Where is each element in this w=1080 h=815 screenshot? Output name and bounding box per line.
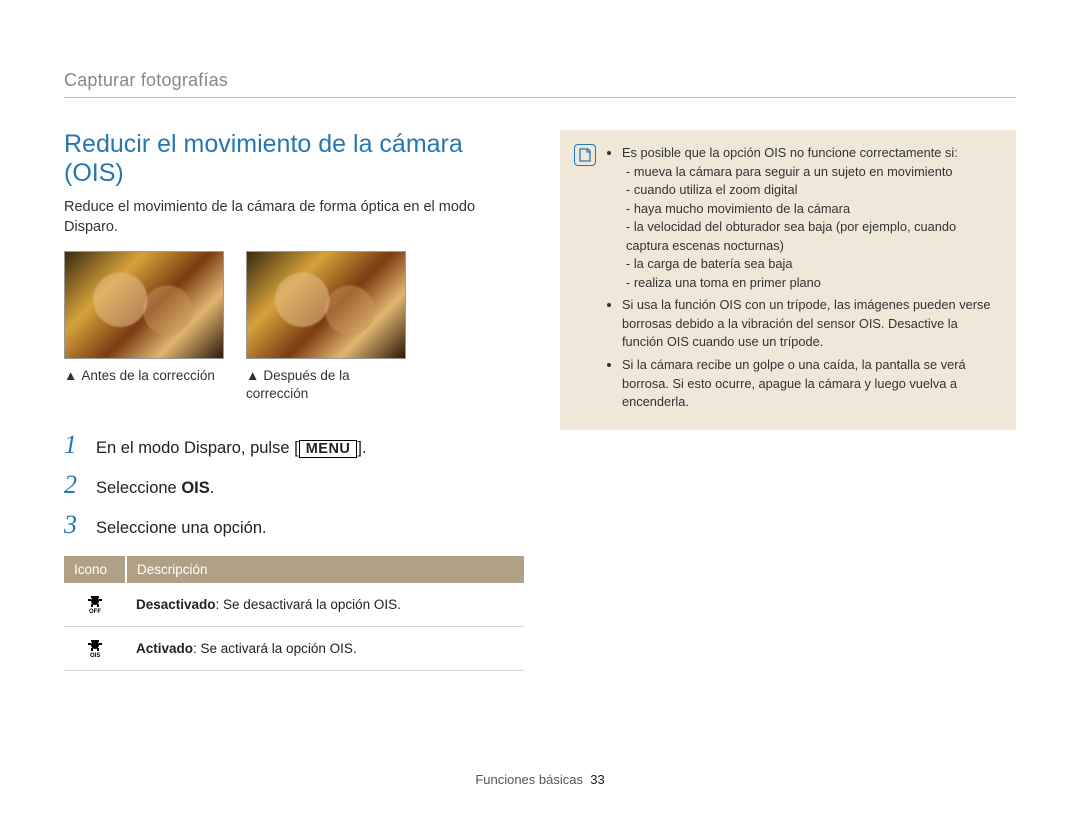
table-header-desc: Descripción	[126, 556, 524, 583]
step-1: 1 En el modo Disparo, pulse [MENU].	[64, 430, 524, 460]
step-number: 3	[64, 510, 84, 540]
note-subitem: mueva la cámara para seguir a un sujeto …	[626, 163, 1000, 182]
left-column: Reducir el movimiento de la cámara (OIS)…	[64, 130, 524, 671]
row-bold: Activado	[136, 641, 193, 656]
note-box: Es posible que la opción OIS no funcione…	[560, 130, 1016, 430]
after-caption-text: Después de la corrección	[246, 368, 350, 401]
right-column: Es posible que la opción OIS no funcione…	[560, 130, 1016, 671]
row-bold: Desactivado	[136, 597, 216, 612]
step-text: Seleccione una opción.	[96, 519, 267, 538]
svg-text:OIS: OIS	[90, 653, 100, 657]
step-3: 3 Seleccione una opción.	[64, 510, 524, 540]
before-image	[64, 251, 224, 359]
table-row: OIS Activado: Se activará la opción OIS.	[64, 626, 524, 670]
menu-button-icon: MENU	[299, 440, 358, 458]
note-item: Es posible que la opción OIS no funcione…	[622, 144, 1000, 292]
example-images: ▲Antes de la corrección ▲Después de la c…	[64, 251, 524, 403]
step-number: 1	[64, 430, 84, 460]
before-caption-text: Antes de la corrección	[81, 368, 215, 383]
ois-off-icon: OFF	[82, 593, 108, 613]
table-header-icon: Icono	[64, 556, 126, 583]
intro-text: Reduce el movimiento de la cámara de for…	[64, 198, 524, 237]
step-1-suffix: ].	[357, 439, 366, 457]
note-item: Si usa la función OIS con un trípode, la…	[622, 296, 1000, 352]
caption-marker-icon: ▲	[64, 367, 77, 385]
footer-section: Funciones básicas	[475, 772, 583, 787]
desc-cell: Desactivado: Se desactivará la opción OI…	[126, 583, 524, 627]
desc-cell: Activado: Se activará la opción OIS.	[126, 626, 524, 670]
icon-cell: OIS	[64, 626, 126, 670]
icon-cell: OFF	[64, 583, 126, 627]
steps-list: 1 En el modo Disparo, pulse [MENU]. 2 Se…	[64, 430, 524, 540]
row-rest: : Se desactivará la opción OIS.	[216, 597, 401, 612]
step-2-prefix: Seleccione	[96, 479, 181, 497]
divider	[64, 97, 1016, 98]
note-subitem: haya mucho movimiento de la cámara	[626, 200, 1000, 219]
step-2-bold: OIS	[181, 479, 209, 497]
step-1-prefix: En el modo Disparo, pulse [	[96, 439, 299, 457]
manual-page: Capturar fotografías Reducir el movimien…	[0, 0, 1080, 815]
note-text: Es posible que la opción OIS no funcione…	[622, 145, 958, 160]
note-subitem: la velocidad del obturador sea baja (por…	[626, 218, 1000, 255]
ois-on-icon: OIS	[82, 637, 108, 657]
options-table: Icono Descripción OFF Desactivado: Se de…	[64, 556, 524, 671]
note-subitem: realiza una toma en primer plano	[626, 274, 1000, 293]
svg-text:OFF: OFF	[89, 609, 101, 613]
table-row: OFF Desactivado: Se desactivará la opció…	[64, 583, 524, 627]
step-2: 2 Seleccione OIS.	[64, 470, 524, 500]
footer-page-number: 33	[590, 772, 604, 787]
two-column-layout: Reducir el movimiento de la cámara (OIS)…	[64, 130, 1016, 671]
note-subitem: cuando utiliza el zoom digital	[626, 181, 1000, 200]
after-image	[246, 251, 406, 359]
caption-marker-icon: ▲	[246, 367, 259, 385]
after-image-block: ▲Después de la corrección	[246, 251, 406, 403]
step-2-suffix: .	[210, 479, 215, 497]
step-text: Seleccione OIS.	[96, 479, 214, 498]
step-number: 2	[64, 470, 84, 500]
before-image-block: ▲ Antes de la corrección	[64, 251, 224, 403]
page-footer: Funciones básicas 33	[0, 772, 1080, 787]
note-list: Es posible que la opción OIS no funcione…	[606, 144, 1000, 416]
note-sublist: mueva la cámara para seguir a un sujeto …	[622, 163, 1000, 293]
step-text: En el modo Disparo, pulse [MENU].	[96, 439, 367, 458]
row-rest: : Se activará la opción OIS.	[193, 641, 357, 656]
page-title: Reducir el movimiento de la cámara (OIS)	[64, 130, 524, 188]
after-caption: ▲Después de la corrección	[246, 367, 406, 403]
note-icon	[574, 144, 596, 166]
breadcrumb: Capturar fotografías	[64, 70, 1016, 91]
note-subitem: la carga de batería sea baja	[626, 255, 1000, 274]
note-item: Si la cámara recibe un golpe o una caída…	[622, 356, 1000, 412]
before-caption: ▲ Antes de la corrección	[64, 367, 224, 385]
